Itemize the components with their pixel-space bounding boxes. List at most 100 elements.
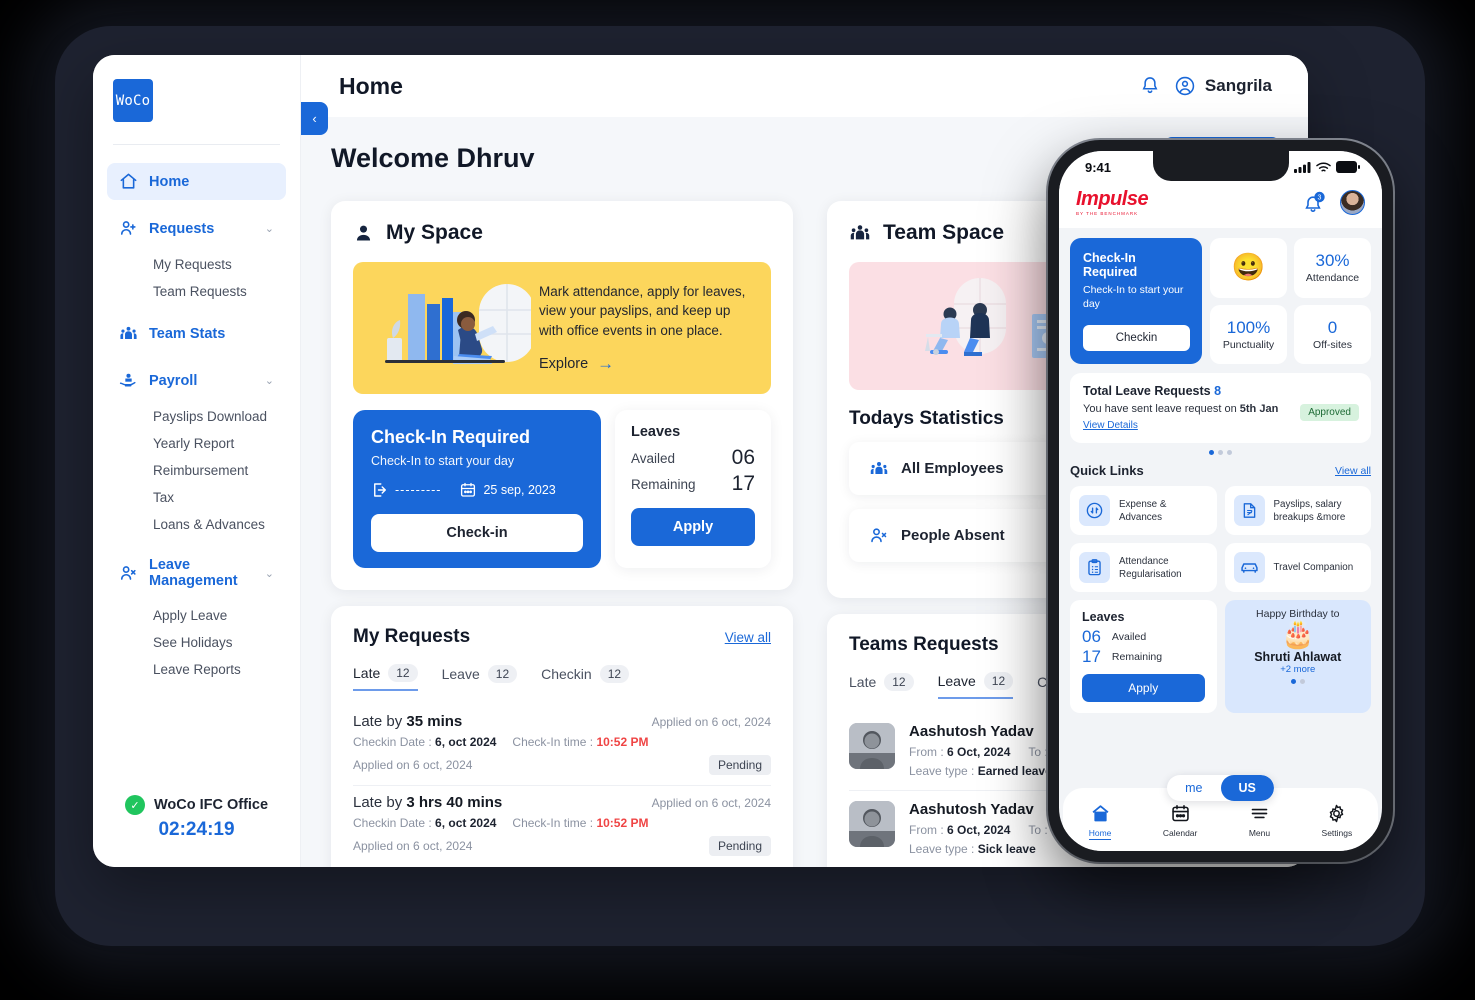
- tabbar-item-calendar[interactable]: Calendar: [1162, 803, 1198, 838]
- logout-icon: [371, 481, 389, 499]
- topbar-right: Sangrila: [1139, 75, 1272, 97]
- sidebar-subitem-see-holidays[interactable]: See Holidays: [107, 629, 286, 656]
- calendar-icon: [459, 481, 477, 499]
- tab-leave[interactable]: Leave 12: [937, 672, 1014, 699]
- calendar-icon: [1170, 803, 1191, 824]
- quick-links-grid: Expense & Advances Payslips, salary brea…: [1070, 486, 1371, 593]
- dot[interactable]: [1299, 679, 1305, 685]
- battery-icon: [1336, 161, 1360, 173]
- stat-left: People Absent: [869, 526, 1005, 546]
- bell-icon[interactable]: [1139, 75, 1161, 97]
- request-line-3: Applied on 6 oct, 2024 Pending: [353, 755, 771, 775]
- chevron-down-icon: ⌄: [264, 375, 274, 387]
- tile-punctuality[interactable]: 100% Punctuality: [1210, 304, 1287, 365]
- tab-count: 12: [599, 665, 630, 683]
- sidebar-group-leave: Leave Management ⌄ Apply Leave See Holid…: [107, 548, 286, 683]
- sidebar-nav: Home Requests ⌄ My Requests Team Request…: [93, 163, 300, 693]
- sidebar-subitem-payslips-download[interactable]: Payslips Download: [107, 403, 286, 430]
- notification-bell-icon[interactable]: 3: [1301, 191, 1327, 215]
- tab-late[interactable]: Late 12: [849, 672, 914, 699]
- tab-checkin[interactable]: Checkin 12: [541, 664, 630, 691]
- sidebar-item-leave-management[interactable]: Leave Management ⌄: [107, 548, 286, 598]
- quick-link-expense-advances[interactable]: Expense & Advances: [1070, 486, 1217, 536]
- sidebar-item-team-stats[interactable]: Team Stats: [107, 315, 286, 352]
- checkin-time-value: 10:52 PM: [596, 735, 649, 749]
- quick-link-travel-companion[interactable]: Travel Companion: [1224, 543, 1371, 593]
- user-remove-icon: [869, 526, 889, 546]
- phone-checkin-button[interactable]: Checkin: [1083, 325, 1190, 352]
- my-requests-header: My Requests View all: [353, 626, 771, 648]
- dot-active[interactable]: [1209, 450, 1214, 456]
- checkin-leaves-row: Check-In Required Check-In to start your…: [353, 410, 771, 568]
- sidebar-subitem-team-requests[interactable]: Team Requests: [107, 278, 286, 305]
- page-title: Home: [339, 72, 403, 99]
- tabbar-item-settings[interactable]: Settings: [1322, 803, 1352, 838]
- sidebar-label: Requests: [149, 220, 215, 237]
- leave-type-label: Leave type :: [909, 842, 978, 856]
- sidebar-item-home[interactable]: Home: [107, 163, 286, 200]
- tile-mood[interactable]: 😀: [1210, 238, 1287, 298]
- phone-header-icons: 3: [1301, 190, 1365, 215]
- sidebar-subitem-loans-advances[interactable]: Loans & Advances: [107, 511, 286, 538]
- apply-leave-button[interactable]: Apply: [631, 508, 755, 546]
- sidebar-item-payroll[interactable]: Payroll ⌄: [107, 362, 286, 399]
- dot[interactable]: [1218, 450, 1223, 456]
- sidebar-subitem-leave-reports[interactable]: Leave Reports: [107, 656, 286, 683]
- birthday-more[interactable]: +2 more: [1231, 664, 1366, 675]
- office-name: WoCo IFC Office: [153, 797, 269, 813]
- tab-leave[interactable]: Leave 12: [442, 664, 518, 691]
- tabbar-label: Calendar: [1162, 828, 1198, 838]
- sidebar-subitem-reimbursement[interactable]: Reimbursement: [107, 457, 286, 484]
- dot-active[interactable]: [1290, 679, 1296, 685]
- leaves-title: Leaves: [631, 424, 681, 440]
- phone-checkin-subtitle: Check-In to start your day: [1083, 284, 1184, 311]
- tile-attendance[interactable]: 30% Attendance: [1294, 238, 1371, 298]
- birthday-card[interactable]: Happy Birthday to 🎂 Shruti Ahlawat +2 mo…: [1224, 600, 1371, 714]
- payroll-icon: [119, 371, 138, 390]
- sidebar-subitem-apply-leave[interactable]: Apply Leave: [107, 602, 286, 629]
- avatar[interactable]: [1340, 190, 1365, 215]
- tab-late[interactable]: Late 12: [353, 664, 418, 691]
- tab-label: Leave: [937, 673, 976, 689]
- sidebar-sublist-payroll: Payslips Download Yearly Report Reimburs…: [107, 403, 286, 538]
- request-prefix: Late by: [353, 713, 407, 730]
- check-in-button[interactable]: Check-in: [371, 514, 583, 552]
- segment-us[interactable]: US: [1220, 775, 1274, 801]
- dot[interactable]: [1227, 450, 1232, 456]
- explore-link[interactable]: Explore →: [539, 354, 755, 374]
- app-logo[interactable]: WoCo: [113, 79, 153, 122]
- tabbar-item-home[interactable]: Home: [1088, 803, 1112, 840]
- sidebar-subitem-tax[interactable]: Tax: [107, 484, 286, 511]
- segment-me[interactable]: me: [1167, 775, 1220, 801]
- sidebar-subitem-my-requests[interactable]: My Requests: [107, 251, 286, 278]
- quick-links-view-all[interactable]: View all: [1335, 465, 1371, 477]
- table-row[interactable]: Late by 35 mins Applied on 6 oct, 2024 C…: [353, 705, 771, 786]
- table-row[interactable]: Late by 3 hrs 40 mins Applied on 6 oct, …: [353, 786, 771, 866]
- sidebar-subitem-yearly-report[interactable]: Yearly Report: [107, 430, 286, 457]
- sidebar-collapse-button[interactable]: ‹: [301, 102, 328, 135]
- view-details-link[interactable]: View Details: [1083, 420, 1138, 431]
- request-amount: 3 hrs 40 mins: [406, 794, 503, 811]
- tabbar-item-menu[interactable]: Menu: [1249, 803, 1270, 838]
- tile-offsites[interactable]: 0 Off-sites: [1294, 304, 1371, 365]
- checkin-meta: --------- 25 sep, 2023: [371, 481, 583, 499]
- quick-link-payslips[interactable]: Payslips, salary breakups &more: [1224, 486, 1371, 536]
- my-requests-view-all[interactable]: View all: [725, 630, 771, 645]
- team-icon: [119, 324, 138, 343]
- phone-leaves-availed: 06 Availed: [1082, 627, 1205, 647]
- from-label: From :: [909, 745, 947, 759]
- tile-value: 100%: [1226, 318, 1271, 337]
- sidebar-sublist-requests: My Requests Team Requests: [107, 251, 286, 305]
- phone-screen: 9:41 Impulse BY THE BENCHMARK 3 Check-In…: [1059, 151, 1382, 851]
- sidebar-item-requests[interactable]: Requests ⌄: [107, 210, 286, 247]
- phone-leaves-remaining: 17 Remaining: [1082, 647, 1205, 667]
- availed-value: 06: [1082, 627, 1101, 647]
- sidebar-sublist-leave: Apply Leave See Holidays Leave Reports: [107, 602, 286, 683]
- user-chip[interactable]: Sangrila: [1174, 75, 1272, 97]
- tile-value: 30%: [1315, 251, 1350, 271]
- employee-leave-type: Leave type : Sick leave: [909, 842, 1084, 856]
- my-space-column: My Space Mark attendance, apply for leav…: [331, 201, 793, 867]
- tab-label: Late: [849, 674, 877, 690]
- quick-link-attendance-regularisation[interactable]: Attendance Regularisation: [1070, 543, 1217, 593]
- phone-apply-button[interactable]: Apply: [1082, 674, 1205, 703]
